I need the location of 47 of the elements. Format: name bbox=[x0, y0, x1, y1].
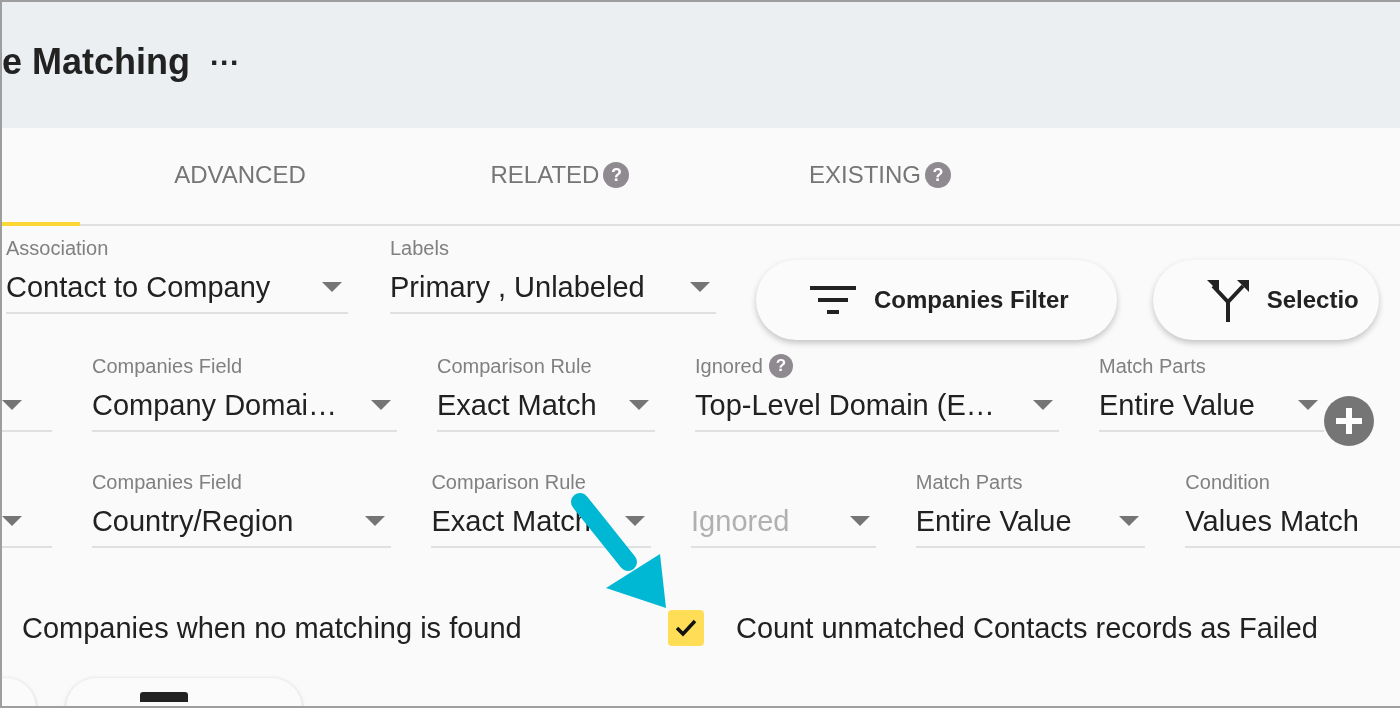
caret-icon bbox=[1119, 516, 1140, 526]
caret-icon bbox=[365, 516, 386, 526]
caret-icon bbox=[849, 516, 870, 526]
dropdown-field: Ignored bbox=[691, 496, 876, 548]
dropdown-field[interactable]: Company Domai… bbox=[92, 380, 397, 432]
caret-icon bbox=[625, 516, 646, 526]
caret-icon bbox=[690, 282, 710, 292]
check-icon bbox=[675, 619, 697, 637]
caret-icon bbox=[371, 400, 391, 410]
pill-button[interactable]: Selectio bbox=[1152, 260, 1379, 340]
dropdown-field[interactable]: Exact Match bbox=[437, 380, 655, 432]
button-icon bbox=[140, 692, 188, 702]
caret-icon bbox=[322, 282, 342, 292]
checkbox[interactable] bbox=[668, 610, 704, 646]
plus-icon bbox=[1336, 408, 1362, 434]
caret-icon bbox=[2, 516, 22, 526]
field-label: Comparison Rule bbox=[437, 353, 593, 379]
dropdown-field[interactable]: Entire Value bbox=[1099, 380, 1324, 432]
dropdown-field[interactable]: Entire Value bbox=[915, 496, 1146, 548]
field-label: Comparison Rule bbox=[431, 469, 587, 495]
dropdown-field[interactable]: Country/Region bbox=[91, 496, 392, 548]
option-label: Count unmatched Contacts records as Failed bbox=[736, 611, 1318, 645]
field-label: Association bbox=[6, 235, 110, 261]
page-title: e Matching bbox=[2, 41, 190, 83]
field-label: Ignored ? bbox=[695, 352, 1059, 380]
dropdown-field[interactable]: Values Match bbox=[1185, 496, 1400, 548]
tab[interactable]: RELATED ? bbox=[400, 128, 720, 226]
dropdown-field[interactable]: Contact to Company bbox=[6, 262, 348, 314]
dropdown-field[interactable]: Primary , Unlabeled bbox=[390, 262, 716, 314]
option-label: Companies when no matching is found bbox=[22, 611, 522, 645]
field-label: Condition bbox=[1185, 469, 1271, 495]
tab[interactable]: EXISTING ? bbox=[720, 128, 1040, 226]
pill-button[interactable]: Companies Filter bbox=[756, 260, 1117, 340]
field-label: Companies Field bbox=[92, 353, 244, 379]
caret-icon bbox=[1033, 400, 1053, 410]
field-label: Companies Field bbox=[91, 469, 243, 495]
caret-icon bbox=[629, 400, 649, 410]
caret-icon bbox=[2, 400, 22, 410]
field-label: Match Parts bbox=[1099, 353, 1207, 379]
dropdown-field[interactable]: Top-Level Domain (E… bbox=[695, 380, 1059, 432]
field-label: Labels bbox=[390, 235, 450, 261]
add-button[interactable] bbox=[1324, 396, 1374, 446]
tab[interactable]: ADVANCED bbox=[80, 128, 400, 226]
filter-icon bbox=[810, 284, 856, 316]
field-label: Match Parts bbox=[915, 469, 1024, 495]
split-arrow-icon bbox=[1206, 278, 1249, 322]
more-menu-button[interactable]: ··· bbox=[210, 46, 240, 80]
